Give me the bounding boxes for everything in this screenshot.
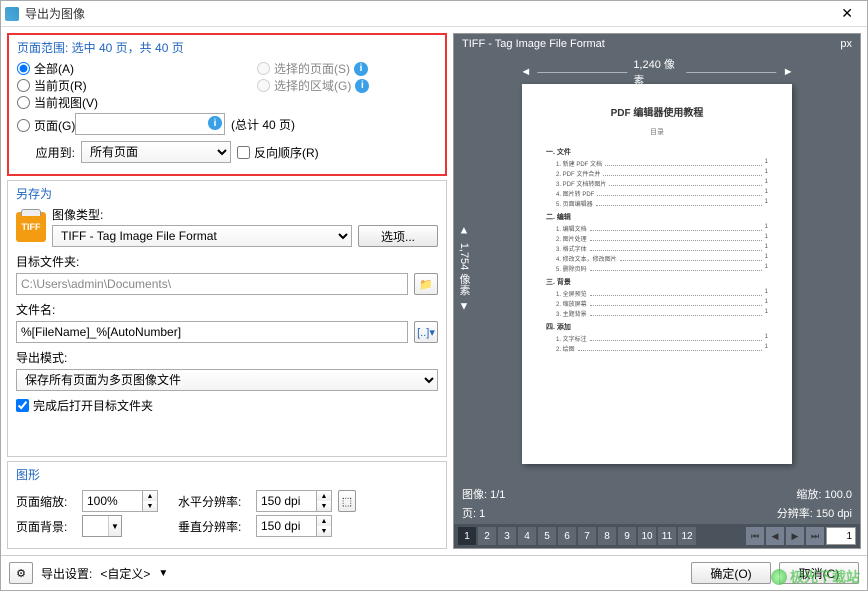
preview-panel: TIFF - Tag Image File Format px ◄1,240 像… bbox=[453, 33, 861, 549]
pages-total: (总计 40 页) bbox=[231, 116, 295, 133]
save-as-group: 另存为 TIFF 图像类型: TIFF - Tag Image File For… bbox=[7, 180, 447, 457]
dest-folder-input[interactable] bbox=[16, 273, 408, 295]
radio-selected-pages[interactable]: 选择的页面(S)i bbox=[257, 60, 369, 77]
export-settings-value: <自定义> bbox=[100, 565, 150, 582]
open-after-checkbox[interactable]: 完成后打开目标文件夹 bbox=[16, 397, 438, 414]
zoom-spinbox[interactable]: ▲▼ bbox=[82, 490, 158, 512]
image-type-label: 图像类型: bbox=[52, 206, 438, 223]
image-info: 图像: 1/1 bbox=[462, 486, 505, 502]
titlebar: 导出为图像 ✕ bbox=[1, 1, 867, 27]
pager: 123456789101112 ⏮ ◀ ▶ ⏭ bbox=[454, 524, 860, 548]
export-mode-label: 导出模式: bbox=[16, 349, 438, 366]
export-settings-label: 导出设置: bbox=[41, 565, 92, 582]
page-range-title: 页面范围: 选中 40 页，共 40 页 bbox=[17, 39, 437, 56]
tiff-icon: TIFF bbox=[16, 212, 46, 242]
options-button[interactable]: 选项... bbox=[358, 225, 438, 247]
graphics-title: 图形 bbox=[16, 466, 438, 483]
radio-current-page[interactable]: 当前页(R) bbox=[17, 77, 197, 94]
pager-page[interactable]: 10 bbox=[638, 527, 656, 545]
pages-input[interactable] bbox=[75, 113, 225, 135]
pager-page[interactable]: 9 bbox=[618, 527, 636, 545]
radio-pages[interactable]: 页面(G) bbox=[17, 117, 75, 134]
ok-button[interactable]: 确定(O) bbox=[691, 562, 771, 584]
info-icon[interactable]: i bbox=[208, 116, 222, 130]
export-mode-select[interactable]: 保存所有页面为多页图像文件 bbox=[16, 369, 438, 391]
apply-to-label: 应用到: bbox=[17, 144, 75, 161]
pager-prev[interactable]: ◀ bbox=[766, 527, 784, 545]
width-ruler: ◄1,240 像素► bbox=[520, 56, 793, 88]
pager-page[interactable]: 3 bbox=[498, 527, 516, 545]
filename-macro-button[interactable]: [..]▾ bbox=[414, 321, 438, 343]
export-image-dialog: 导出为图像 ✕ 页面范围: 选中 40 页，共 40 页 全部(A) 当前页(R… bbox=[0, 0, 868, 591]
radio-selected-area[interactable]: 选择的区域(G)i bbox=[257, 77, 369, 94]
browse-folder-button[interactable]: 📁 bbox=[414, 273, 438, 295]
app-icon bbox=[5, 7, 19, 21]
pager-page[interactable]: 12 bbox=[678, 527, 696, 545]
preview-page: PDF 编辑器使用教程 目录 一. 文件1. 新建 PDF 文档12. PDF … bbox=[522, 84, 792, 464]
pager-next[interactable]: ▶ bbox=[786, 527, 804, 545]
filename-label: 文件名: bbox=[16, 301, 438, 318]
info-icon[interactable]: i bbox=[355, 79, 369, 93]
export-settings-icon[interactable]: ⚙ bbox=[9, 562, 33, 584]
reverse-order-checkbox[interactable]: 反向顺序(R) bbox=[237, 144, 319, 161]
graphics-group: 图形 页面缩放: ▲▼ 页面背景: ▼ 水平分 bbox=[7, 461, 447, 549]
page-range-group: 页面范围: 选中 40 页，共 40 页 全部(A) 当前页(R) 当前视图(V… bbox=[7, 33, 447, 176]
save-as-title: 另存为 bbox=[16, 185, 438, 202]
close-button[interactable]: ✕ bbox=[831, 5, 863, 22]
page-info: 页: 1 bbox=[462, 505, 485, 521]
radio-all[interactable]: 全部(A) bbox=[17, 60, 197, 77]
link-resolution-button[interactable]: ⬚ bbox=[338, 490, 356, 512]
preview-unit: px bbox=[840, 38, 852, 50]
radio-current-view[interactable]: 当前视图(V) bbox=[17, 94, 197, 111]
pager-page[interactable]: 8 bbox=[598, 527, 616, 545]
pager-page[interactable]: 1 bbox=[458, 527, 476, 545]
zoom-info: 缩放: 100.0 bbox=[796, 486, 852, 502]
pager-page[interactable]: 11 bbox=[658, 527, 676, 545]
apply-to-select[interactable]: 所有页面 bbox=[81, 141, 231, 163]
hres-spinbox[interactable]: ▲▼ bbox=[256, 490, 332, 512]
dpi-info: 分辨率: 150 dpi bbox=[777, 505, 852, 521]
height-ruler: ▲1,754 像素▼ bbox=[456, 224, 472, 313]
pager-last[interactable]: ⏭ bbox=[806, 527, 824, 545]
hres-label: 水平分辨率: bbox=[178, 493, 250, 510]
image-type-select[interactable]: TIFF - Tag Image File Format bbox=[52, 225, 352, 247]
pager-page[interactable]: 7 bbox=[578, 527, 596, 545]
vres-spinbox[interactable]: ▲▼ bbox=[256, 515, 332, 537]
window-title: 导出为图像 bbox=[25, 5, 831, 22]
vres-label: 垂直分辨率: bbox=[178, 518, 250, 535]
bg-color-picker[interactable]: ▼ bbox=[82, 515, 122, 537]
pager-first[interactable]: ⏮ bbox=[746, 527, 764, 545]
filename-input[interactable] bbox=[16, 321, 408, 343]
pager-input[interactable] bbox=[826, 527, 856, 545]
pager-page[interactable]: 6 bbox=[558, 527, 576, 545]
info-icon[interactable]: i bbox=[354, 62, 368, 76]
pager-page[interactable]: 4 bbox=[518, 527, 536, 545]
pager-page[interactable]: 2 bbox=[478, 527, 496, 545]
bg-label: 页面背景: bbox=[16, 518, 76, 535]
cancel-button[interactable]: 取消(C) bbox=[779, 562, 859, 584]
dest-folder-label: 目标文件夹: bbox=[16, 253, 438, 270]
zoom-label: 页面缩放: bbox=[16, 493, 76, 510]
preview-format: TIFF - Tag Image File Format bbox=[462, 38, 605, 50]
pager-page[interactable]: 5 bbox=[538, 527, 556, 545]
dialog-footer: ⚙ 导出设置: <自定义> ▼ 确定(O) 取消(C) bbox=[1, 555, 867, 590]
